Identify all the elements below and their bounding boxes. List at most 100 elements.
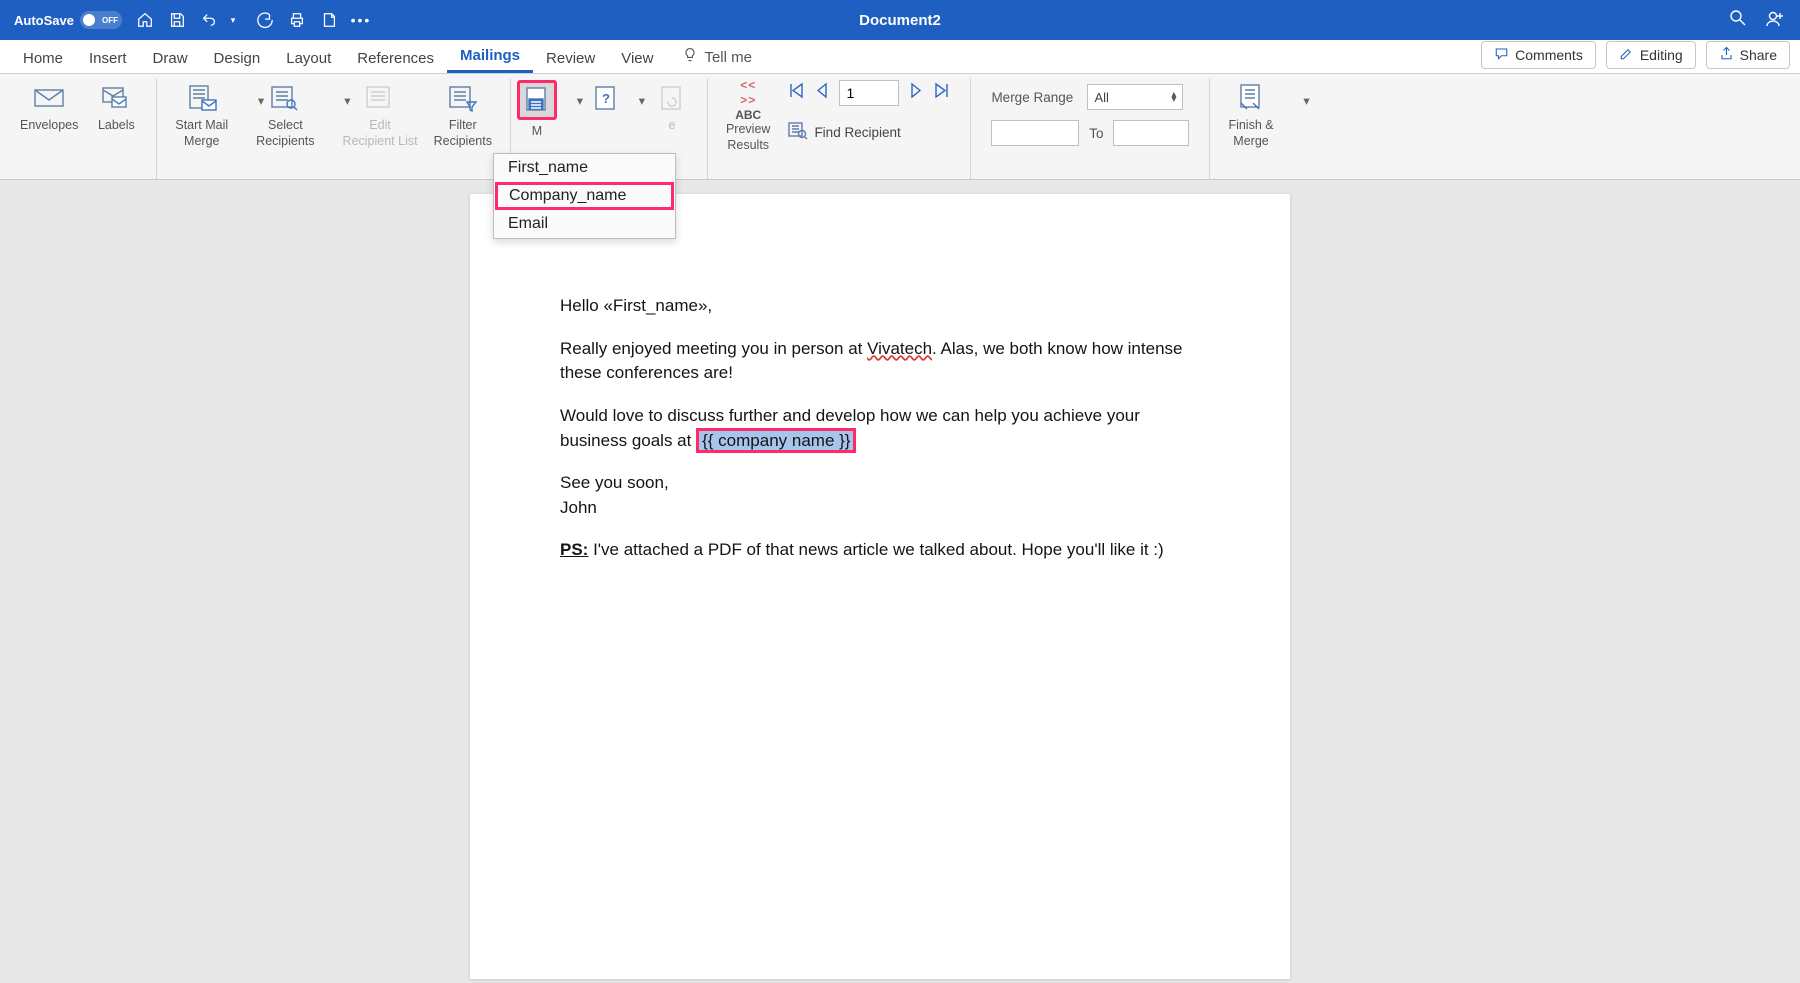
rules-button[interactable]: ? ▾ (581, 80, 647, 118)
search-icon[interactable] (1728, 8, 1748, 33)
insert-merge-field-partial: M (532, 124, 542, 140)
labels-button[interactable]: Labels (86, 80, 146, 134)
pencil-icon (1619, 46, 1634, 64)
start-mail-merge-label: Start Mail Merge (175, 118, 228, 149)
labels-label: Labels (98, 118, 135, 134)
ps-label: PS: (560, 540, 588, 559)
postscript[interactable]: PS: I've attached a PDF of that news art… (560, 538, 1200, 563)
filter-recipients-button[interactable]: Filter Recipients (426, 80, 500, 149)
last-record-icon[interactable] (933, 82, 950, 104)
paragraph-1[interactable]: Really enjoyed meeting you in person at … (560, 337, 1200, 386)
to-label: To (1087, 126, 1105, 141)
filter-recipients-label: Filter Recipients (434, 118, 492, 149)
labels-icon (99, 82, 133, 114)
select-recipients-icon (268, 82, 302, 114)
tab-review[interactable]: Review (533, 44, 608, 73)
spelling-error[interactable]: Vivatech (867, 339, 932, 358)
print-icon[interactable] (288, 11, 306, 29)
tab-draw[interactable]: Draw (140, 44, 201, 73)
document-page[interactable]: Hello «First_name», Really enjoyed meeti… (470, 194, 1290, 979)
filter-recipients-icon (446, 82, 480, 114)
selected-placeholder[interactable]: {{ company name }} (696, 428, 856, 453)
prev-record-icon[interactable] (815, 82, 829, 104)
autosave-toggle[interactable]: OFF (80, 11, 122, 29)
ribbon: Envelopes Labels Start Mail Merge ▾ Sele… (0, 74, 1800, 180)
share-button[interactable]: Share (1706, 41, 1790, 69)
tab-home[interactable]: Home (10, 44, 76, 73)
envelopes-label: Envelopes (20, 118, 78, 134)
undo-icon[interactable] (200, 11, 218, 29)
rules-icon: ? (589, 82, 623, 114)
tab-view[interactable]: View (608, 44, 666, 73)
chevron-down-icon: ▾ (344, 94, 350, 110)
lightbulb-icon (682, 47, 698, 67)
editing-label: Editing (1640, 47, 1683, 63)
record-number-input[interactable] (839, 80, 899, 106)
undo-chevron-icon[interactable]: ▾ (224, 11, 242, 29)
comment-icon (1494, 46, 1509, 64)
ribbon-tabs: Home Insert Draw Design Layout Reference… (0, 40, 1800, 74)
signature[interactable]: John (560, 496, 1200, 521)
insert-merge-field-icon (517, 80, 557, 120)
tab-references[interactable]: References (344, 44, 447, 73)
preview-results-label: Preview Results (726, 122, 770, 153)
editing-button[interactable]: Editing (1606, 41, 1696, 69)
find-recipient-button[interactable]: Find Recipient (788, 120, 950, 145)
preview-results-button[interactable]: << >> ABC Preview Results (718, 80, 778, 153)
group-finish: Finish & Merge ▾ (1210, 78, 1303, 179)
tab-layout[interactable]: Layout (273, 44, 344, 73)
select-recipients-button[interactable]: Select Recipients ▾ (248, 80, 334, 149)
group-merge-range: Merge Range All ▴▾ To (971, 78, 1210, 179)
finish-merge-label: Finish & Merge (1228, 118, 1273, 149)
edit-recipient-list-label: Edit Recipient List (343, 118, 418, 149)
merge-field-menu: First_name Company_name Email (493, 153, 676, 239)
template-icon[interactable] (320, 11, 338, 29)
tab-mailings[interactable]: Mailings (447, 41, 533, 73)
first-record-icon[interactable] (788, 82, 805, 104)
merge-range-select[interactable]: All ▴▾ (1087, 84, 1183, 110)
envelopes-button[interactable]: Envelopes (12, 80, 86, 134)
comments-label: Comments (1515, 47, 1583, 63)
finish-merge-button[interactable]: Finish & Merge ▾ (1220, 80, 1293, 149)
share-icon (1719, 46, 1734, 64)
merge-range-value: All (1094, 90, 1108, 105)
merge-field-company-name[interactable]: Company_name (495, 182, 674, 210)
tab-design[interactable]: Design (201, 44, 274, 73)
merge-field-email[interactable]: Email (494, 210, 675, 238)
merge-from-input[interactable] (991, 120, 1079, 146)
merge-to-input[interactable] (1113, 120, 1189, 146)
toggle-knob (83, 14, 95, 26)
envelopes-icon (32, 82, 66, 114)
insert-merge-field-button[interactable]: M ▾ (511, 80, 581, 140)
merge-range-label: Merge Range (991, 90, 1079, 105)
document-body[interactable]: Hello «First_name», Really enjoyed meeti… (560, 294, 1200, 563)
paragraph-2[interactable]: Would love to discuss further and develo… (560, 404, 1200, 453)
more-icon[interactable]: ••• (352, 11, 370, 29)
start-mail-merge-button[interactable]: Start Mail Merge ▾ (167, 80, 248, 149)
next-record-icon[interactable] (909, 82, 923, 104)
edit-recipient-list-button: Edit Recipient List (335, 80, 426, 149)
merge-field-first-name[interactable]: First_name (494, 154, 675, 182)
redo-icon[interactable] (256, 11, 274, 29)
tab-insert[interactable]: Insert (76, 44, 140, 73)
greeting-line[interactable]: Hello «First_name», (560, 294, 1200, 319)
chevron-down-icon: ▾ (639, 94, 645, 110)
autosave-state: OFF (102, 16, 118, 25)
title-bar: AutoSave OFF ▾ ••• Document2 (0, 0, 1800, 40)
select-caret-icon: ▴▾ (1171, 92, 1176, 102)
signoff[interactable]: See you soon, (560, 471, 1200, 496)
tell-me-text: Tell me (704, 49, 752, 66)
comments-button[interactable]: Comments (1481, 41, 1596, 69)
autosave-label: AutoSave (14, 13, 74, 28)
svg-text:?: ? (602, 91, 610, 106)
share-presence-icon[interactable] (1766, 8, 1786, 33)
save-icon[interactable] (168, 11, 186, 29)
start-mail-merge-icon (185, 82, 219, 114)
update-labels-button: e (647, 80, 697, 134)
preview-results-icon: << >> ABC (731, 82, 765, 118)
home-icon[interactable] (136, 11, 154, 29)
select-recipients-label: Select Recipients (256, 118, 314, 149)
autosave-control[interactable]: AutoSave OFF (14, 11, 122, 29)
group-start-merge: Start Mail Merge ▾ Select Recipients ▾ E… (157, 78, 511, 179)
tell-me[interactable]: Tell me (672, 41, 762, 73)
